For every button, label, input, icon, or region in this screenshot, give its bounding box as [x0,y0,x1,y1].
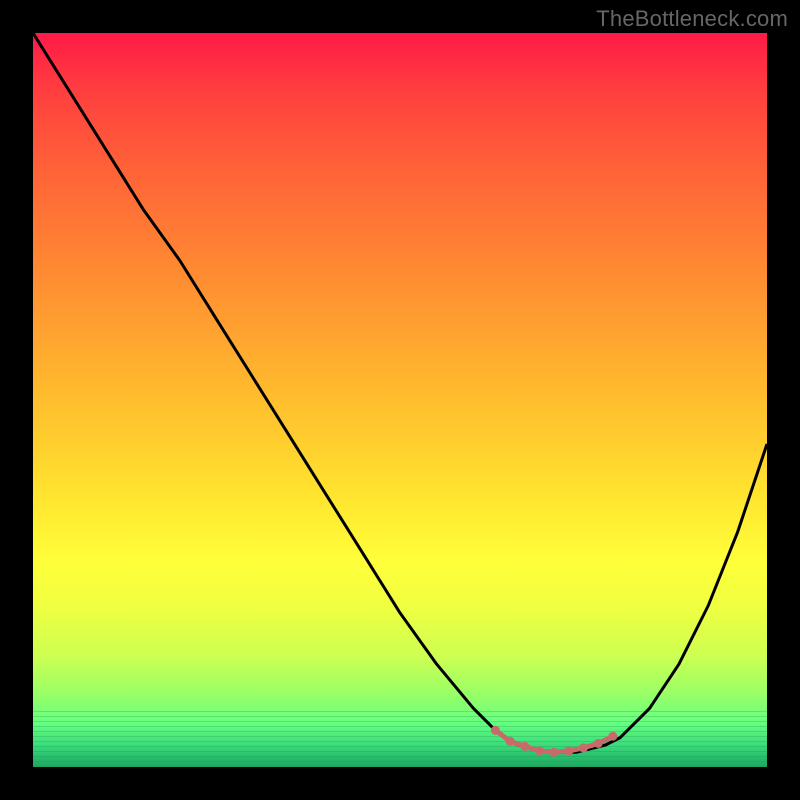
optimal-marker [594,739,603,748]
optimal-marker [550,748,559,757]
plot-area [33,33,767,767]
chart-frame: TheBottleneck.com [0,0,800,800]
optimal-marker [520,742,529,751]
curve-path [33,33,767,752]
optimal-marker [535,746,544,755]
optimal-marker [608,732,617,741]
optimal-marker [579,743,588,752]
bottleneck-curve [33,33,767,767]
optimal-marker [564,746,573,755]
optimal-marker [491,726,500,735]
watermark-text: TheBottleneck.com [596,6,788,32]
optimal-marker [506,737,515,746]
